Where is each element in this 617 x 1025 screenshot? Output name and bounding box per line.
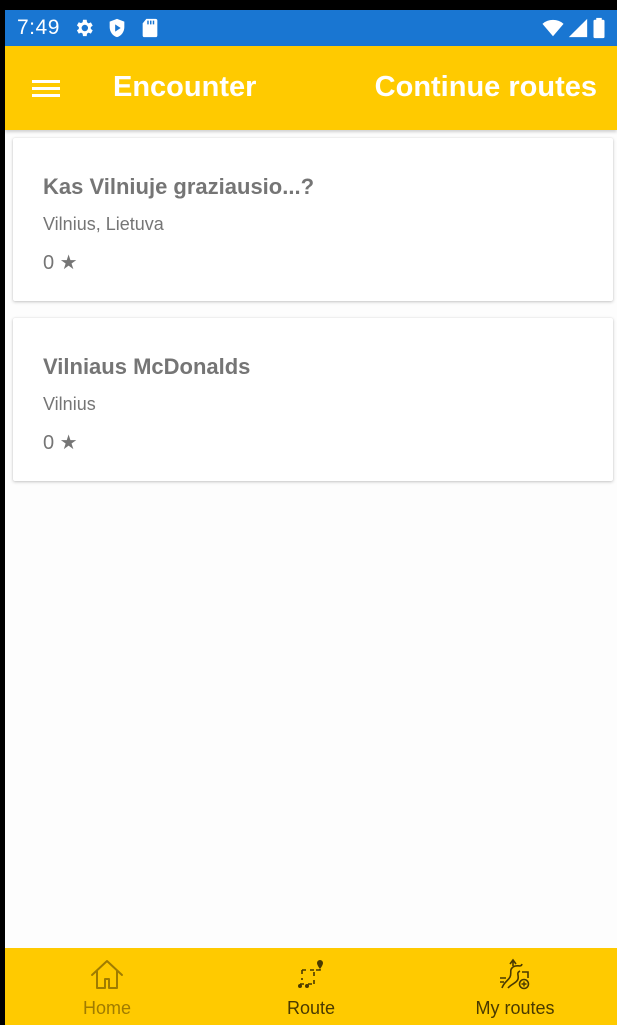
route-title: Kas Vilniuje graziausio...? xyxy=(43,174,315,199)
play-shield-icon xyxy=(109,18,125,38)
route-location: Vilnius xyxy=(43,394,96,414)
route-location: Vilnius, Lietuva xyxy=(43,214,164,234)
status-bar: 7:49 xyxy=(5,10,617,46)
app-screen: 7:49 Encounter Continue routes Kas Vilni… xyxy=(5,10,617,1025)
route-card[interactable]: Kas Vilniuje graziausio...? Vilnius, Lie… xyxy=(13,138,613,301)
nav-label-my-routes: My routes xyxy=(475,998,555,1018)
my-routes-icon xyxy=(500,958,530,990)
home-icon xyxy=(91,960,123,989)
status-time: 7:49 xyxy=(17,16,60,39)
nav-item-route[interactable]: Route xyxy=(209,948,413,1025)
nav-label-home: Home xyxy=(82,998,131,1018)
continue-routes-button[interactable]: Continue routes xyxy=(375,71,597,104)
app-title: Encounter xyxy=(113,71,257,103)
route-title: Vilniaus McDonalds xyxy=(43,354,251,379)
app-bar: Encounter Continue routes xyxy=(5,46,617,130)
bottom-navigation: Home Route My routes xyxy=(5,948,617,1025)
nav-label-route: Route xyxy=(286,998,336,1018)
battery-icon xyxy=(593,17,605,39)
signal-icon xyxy=(568,18,588,38)
hamburger-menu-icon[interactable] xyxy=(25,72,61,104)
wifi-icon xyxy=(542,19,564,37)
route-rating: 0 ★ xyxy=(43,252,78,274)
gear-icon xyxy=(76,19,93,37)
nav-item-home[interactable]: Home xyxy=(5,948,209,1025)
route-card[interactable]: Vilniaus McDonalds Vilnius 0 ★ xyxy=(13,318,613,481)
sd-card-icon xyxy=(142,18,158,38)
nav-item-my-routes[interactable]: My routes xyxy=(413,948,617,1025)
route-rating: 0 ★ xyxy=(43,432,78,454)
route-icon xyxy=(298,960,323,988)
